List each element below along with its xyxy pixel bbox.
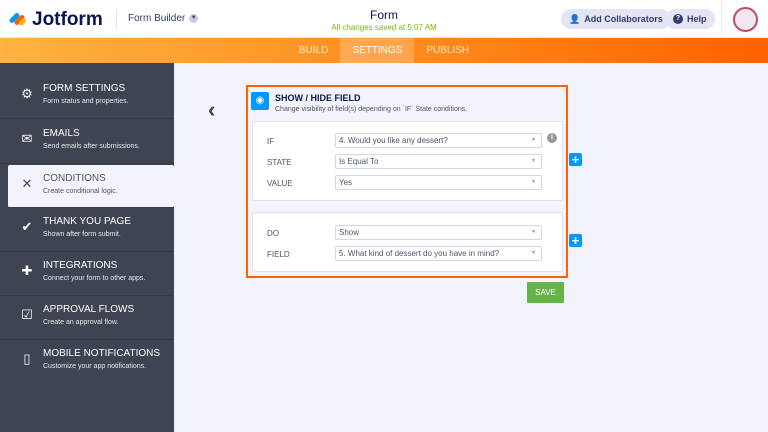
add-collaborators-button[interactable]: 👤 Add Collaborators — [561, 9, 671, 29]
state-label: STATE — [267, 158, 292, 167]
sidebar-item-thank-you-page[interactable]: ✔ THANK YOU PAGE Shown after form submit. — [0, 208, 174, 252]
sidebar-item-label: INTEGRATIONS — [43, 260, 118, 271]
divider — [721, 0, 722, 38]
value-select[interactable]: Yes — [335, 175, 542, 190]
help-label: Help — [687, 14, 707, 24]
sidebar-item-conditions[interactable]: ✕ CONDITIONS Create conditional logic. — [8, 165, 174, 208]
sidebar-item-form-settings[interactable]: ⚙ FORM SETTINGS Form status and properties… — [0, 75, 174, 119]
sidebar-item-approval-flows[interactable]: ☑ APPROVAL FLOWS Create an approval flow. — [0, 296, 174, 340]
condition-panel: ◉ SHOW / HIDE FIELD Change visibility of… — [246, 85, 568, 278]
sidebar-item-label: APPROVAL FLOWS — [43, 304, 135, 315]
sidebar-item-label: EMAILS — [43, 128, 80, 139]
if-section: IF 4. Would you like any dessert? i STAT… — [252, 121, 563, 201]
gear-icon: ⚙ — [21, 86, 33, 101]
info-icon[interactable]: i — [547, 133, 557, 143]
sidebar-item-description: Connect your form to other apps. — [43, 275, 146, 282]
if-field-select[interactable]: 4. Would you like any dessert? — [335, 133, 542, 148]
state-select[interactable]: Is Equal To — [335, 154, 542, 169]
check-circle-icon: ✔ — [21, 219, 33, 234]
sidebar-item-label: CONDITIONS — [43, 173, 106, 184]
top-header: Jotform Form Builder ▼ Form All changes s… — [0, 0, 768, 38]
tab-build[interactable]: BUILD — [287, 38, 340, 63]
user-icon: 👤 — [569, 13, 581, 24]
puzzle-icon: ✚ — [21, 263, 33, 278]
add-collaborators-label: Add Collaborators — [584, 14, 663, 24]
shuffle-icon: ✕ — [21, 176, 33, 191]
do-section: DO Show FIELD 5. What kind of dessert do… — [252, 212, 563, 272]
add-action-button[interactable]: + — [569, 234, 582, 247]
sidebar-item-label: FORM SETTINGS — [43, 83, 126, 94]
eye-icon: ◉ — [251, 92, 269, 110]
sidebar-item-description: Customize your app notifications. — [43, 363, 147, 370]
sidebar-item-label: THANK YOU PAGE — [43, 216, 131, 227]
do-select[interactable]: Show — [335, 225, 542, 240]
sidebar-item-emails[interactable]: ✉ EMAILS Send emails after submissions. — [0, 120, 174, 164]
sidebar-item-description: Form status and properties. — [43, 98, 129, 105]
if-label: IF — [267, 137, 275, 146]
mobile-icon: ▯ — [23, 351, 31, 366]
tab-settings[interactable]: SETTINGS — [340, 38, 415, 63]
question-icon: ? — [673, 14, 683, 24]
avatar[interactable] — [733, 7, 758, 32]
sidebar-item-description: Create conditional logic. — [43, 188, 118, 195]
target-field-select[interactable]: 5. What kind of dessert do you have in m… — [335, 246, 542, 261]
sidebar-item-mobile-notifications[interactable]: ▯ MOBILE NOTIFICATIONS Customize your app … — [0, 340, 174, 384]
help-button[interactable]: ? Help — [665, 9, 715, 29]
settings-sidebar: ⚙ FORM SETTINGS Form status and properties… — [0, 63, 174, 432]
back-chevron-icon[interactable]: ‹ — [208, 97, 215, 123]
condition-title: SHOW / HIDE FIELD — [275, 93, 361, 103]
condition-subtitle: Change visibility of field(s) depending … — [275, 106, 468, 113]
sidebar-item-integrations[interactable]: ✚ INTEGRATIONS Connect your form to other … — [0, 252, 174, 296]
do-label: DO — [267, 229, 279, 238]
sidebar-item-description: Shown after form submit. — [43, 231, 121, 238]
sidebar-item-description: Send emails after submissions. — [43, 143, 140, 150]
main-nav: BUILD SETTINGS PUBLISH — [0, 38, 768, 63]
save-button[interactable]: SAVE — [527, 282, 564, 303]
value-label: VALUE — [267, 179, 293, 188]
approval-icon: ☑ — [21, 307, 33, 322]
sidebar-item-label: MOBILE NOTIFICATIONS — [43, 348, 161, 359]
sidebar-item-description: Create an approval flow. — [43, 319, 119, 326]
tab-publish[interactable]: PUBLISH — [414, 38, 481, 63]
envelope-icon: ✉ — [21, 131, 33, 146]
add-condition-button[interactable]: + — [569, 153, 582, 166]
field-label: FIELD — [267, 250, 290, 259]
